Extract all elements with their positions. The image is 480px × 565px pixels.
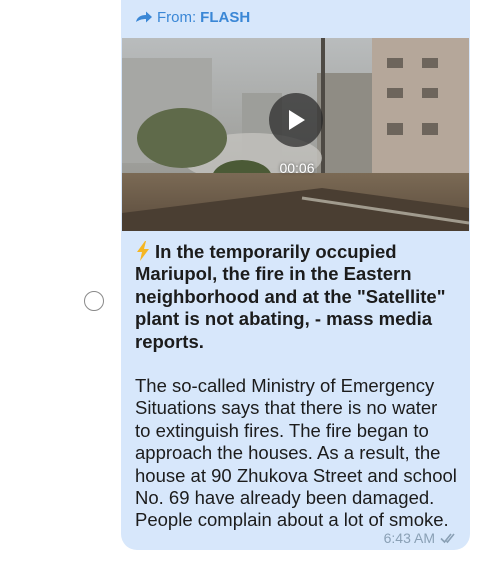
message-time: 6:43 AM [383,530,435,546]
forwarded-source-name[interactable]: FLASH [200,9,250,26]
forwarded-from[interactable]: From: FLASH [135,8,250,26]
message-text: In the temporarily occupied Mariupol, th… [135,241,465,532]
message-bubble[interactable]: From: FLASH 00:06 In the temporarily occ… [121,0,470,550]
video-thumbnail[interactable]: 00:06 [122,38,469,231]
video-duration: 00:06 [279,160,315,176]
message-select-checkbox[interactable] [84,291,104,311]
forwarded-prefix: From: [157,8,197,26]
message-meta: 6:43 AM [384,530,458,546]
lightning-icon [137,241,149,261]
double-check-icon [440,533,455,544]
message-headline: In the temporarily occupied Mariupol, th… [135,241,465,353]
message-body: The so-called Ministry of Emergency Situ… [135,375,457,531]
forward-arrow-icon [136,11,152,23]
play-icon [289,110,305,130]
play-button[interactable] [269,93,323,147]
headline-text: In the temporarily occupied Mariupol, th… [135,241,446,352]
